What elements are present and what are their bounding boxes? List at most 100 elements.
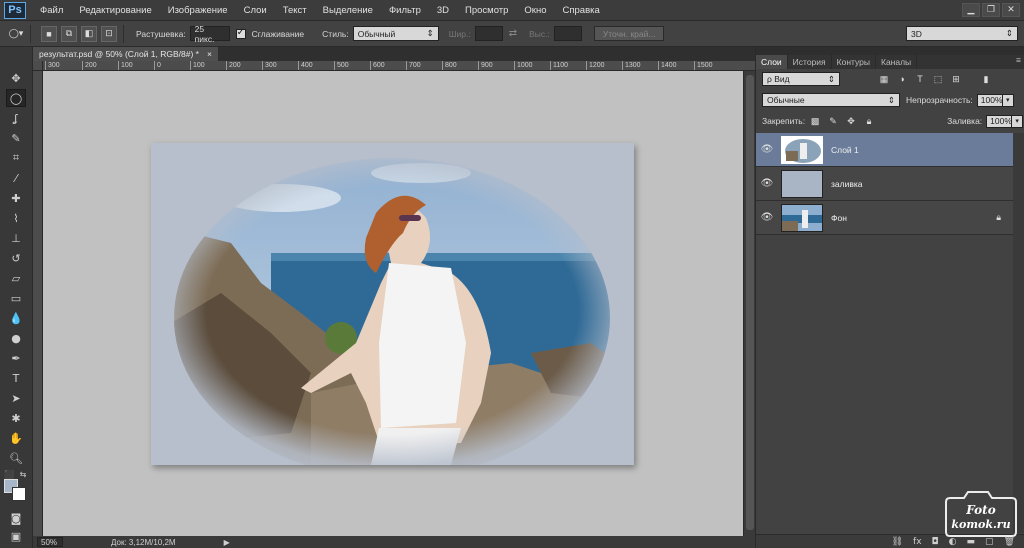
opacity-dropdown-icon[interactable]: ▾	[1002, 93, 1014, 107]
path-selection-tool-icon[interactable]: ➤	[6, 389, 26, 407]
tab-history[interactable]: История	[788, 55, 832, 69]
eyedropper-tool-icon[interactable]: ⁄	[6, 169, 26, 187]
menu-3d[interactable]: 3D	[429, 5, 457, 16]
watermark-line2: komok.ru	[951, 518, 1010, 531]
filter-shape-icon[interactable]: ⬚	[932, 73, 944, 85]
style-select[interactable]: Обычный ⇕	[352, 26, 439, 41]
menu-help[interactable]: Справка	[555, 5, 608, 16]
width-label: Шир.:	[448, 28, 471, 39]
width-input[interactable]	[474, 26, 503, 41]
filter-toggle-icon[interactable]: ▮	[980, 73, 992, 85]
refine-edge-button[interactable]: Уточн. край...	[593, 26, 665, 41]
lasso-tool-icon[interactable]: ʆ	[6, 109, 26, 127]
ruler-origin[interactable]	[33, 61, 43, 71]
dodge-tool-icon[interactable]: ●	[6, 329, 26, 347]
menu-layers[interactable]: Слои	[236, 5, 275, 16]
eraser-tool-icon[interactable]: ▱	[6, 269, 26, 287]
menu-edit[interactable]: Редактирование	[71, 5, 159, 16]
tab-layers[interactable]: Слои	[756, 55, 788, 69]
style-select-value: Обычный	[357, 28, 396, 39]
ruler-label: 700	[406, 61, 421, 70]
lock-all-icon[interactable]: 🔒︎	[863, 115, 875, 127]
link-layers-icon[interactable]: ⛓	[892, 537, 903, 547]
subtract-from-selection-icon[interactable]: ◧	[81, 25, 97, 42]
filter-smart-object-icon[interactable]: ⊞	[950, 73, 962, 85]
new-selection-icon[interactable]: ■	[41, 25, 57, 42]
intersect-selection-icon[interactable]: ⊡	[101, 25, 117, 42]
blend-row: Обычные ⇕ Непрозрачность: 100% ▾	[756, 92, 1024, 108]
layer-row-background[interactable]: 👁︎ Фон 🔒︎	[756, 201, 1013, 235]
add-mask-icon[interactable]: ◘	[932, 537, 939, 547]
history-brush-tool-icon[interactable]: ↺	[6, 249, 26, 267]
close-tab-icon[interactable]: ×	[207, 49, 212, 59]
vertical-ruler[interactable]	[33, 71, 43, 536]
visibility-eye-icon[interactable]: 👁︎	[756, 178, 778, 189]
menu-image[interactable]: Изображение	[160, 5, 236, 16]
panel-menu-icon[interactable]: ≡	[1016, 55, 1021, 69]
blur-tool-icon[interactable]: 💧	[6, 309, 26, 327]
horizontal-ruler[interactable]: 300 200 100 0 100 200 300 400 500 600 70…	[43, 61, 755, 71]
antialias-checkbox[interactable]	[235, 27, 246, 39]
fill-input[interactable]: 100%	[986, 114, 1013, 128]
menu-file[interactable]: Файл	[32, 5, 71, 16]
hand-tool-icon[interactable]: ✋	[6, 429, 26, 447]
menu-filter[interactable]: Фильтр	[381, 5, 429, 16]
menu-select[interactable]: Выделение	[315, 5, 381, 16]
blend-mode-select[interactable]: Обычные ⇕	[762, 93, 900, 107]
layer-row-fill[interactable]: 👁︎ заливка	[756, 167, 1013, 201]
status-menu-arrow-icon[interactable]: ▶	[224, 538, 230, 547]
move-tool-icon[interactable]: ✥	[6, 69, 26, 87]
document-image[interactable]	[151, 143, 634, 465]
lock-transparent-icon[interactable]: ▩	[809, 115, 821, 127]
tab-channels[interactable]: Каналы	[876, 55, 918, 69]
elliptical-marquee-icon[interactable]: ◯▾	[8, 26, 24, 42]
lock-position-icon[interactable]: ✥	[845, 115, 857, 127]
document-size-info: Док: 3,12M/10,2M	[111, 537, 176, 547]
layer-filter-select[interactable]: ρ Вид ⇕	[762, 72, 840, 86]
feather-input[interactable]: 25 пикс.	[189, 24, 230, 44]
layer-row-layer1[interactable]: 👁︎ Слой 1	[756, 133, 1013, 167]
opacity-input[interactable]: 100%	[976, 93, 1003, 107]
pen-tool-icon[interactable]: ✒	[6, 349, 26, 367]
zoom-level-input[interactable]: 50%	[37, 537, 63, 547]
lock-image-icon[interactable]: ✎	[827, 115, 839, 127]
custom-shape-tool-icon[interactable]: ✱	[6, 409, 26, 427]
screen-mode-icon[interactable]: ▣	[6, 527, 26, 545]
visibility-eye-icon[interactable]: 👁︎	[756, 144, 778, 155]
layers-scrollbar[interactable]	[1013, 133, 1024, 533]
healing-brush-tool-icon[interactable]: ✚	[6, 189, 26, 207]
maximize-button[interactable]: ❐	[982, 3, 1000, 17]
menu-window[interactable]: Окно	[516, 5, 554, 16]
background-color-swatch[interactable]	[12, 487, 26, 501]
filter-adjustment-icon[interactable]: ◑	[896, 73, 908, 85]
tab-paths[interactable]: Контуры	[832, 55, 876, 69]
crop-tool-icon[interactable]: ⌗	[6, 149, 26, 167]
clone-stamp-tool-icon[interactable]: ⊥	[6, 229, 26, 247]
canvas-vertical-scrollbar[interactable]	[743, 71, 755, 536]
quick-selection-tool-icon[interactable]: ✎	[6, 129, 26, 147]
layer-style-fx-icon[interactable]: fx	[913, 537, 922, 547]
fill-dropdown-icon[interactable]: ▾	[1012, 114, 1024, 128]
visibility-eye-icon[interactable]: 👁︎	[756, 212, 778, 223]
swap-icon[interactable]: ⇄	[509, 28, 517, 39]
ruler-label: 600	[370, 61, 385, 70]
elliptical-marquee-tool-icon[interactable]: ◯	[6, 89, 26, 107]
quick-mask-icon[interactable]: ◙	[6, 509, 26, 527]
close-button[interactable]: ✕	[1002, 3, 1020, 17]
canvas-area[interactable]	[43, 71, 743, 536]
brush-tool-icon[interactable]: ⌇	[6, 209, 26, 227]
menu-type[interactable]: Текст	[275, 5, 315, 16]
workspace-select[interactable]: 3D ⇕	[906, 26, 1018, 41]
add-to-selection-icon[interactable]: ⧉	[61, 25, 77, 42]
type-tool-icon[interactable]: T	[6, 369, 26, 387]
scrollbar-thumb[interactable]	[746, 75, 754, 530]
menu-view[interactable]: Просмотр	[457, 5, 516, 16]
height-input[interactable]	[553, 26, 582, 41]
gradient-tool-icon[interactable]: ▭	[6, 289, 26, 307]
minimize-button[interactable]: ▁	[962, 3, 980, 17]
panel-collapse-strip[interactable]	[756, 47, 1024, 55]
filter-pixel-icon[interactable]: ▦	[878, 73, 890, 85]
filter-type-icon[interactable]: T	[914, 73, 926, 85]
layer-name: Фон	[831, 212, 847, 223]
document-tab[interactable]: результат.psd @ 50% (Слой 1, RGB/8#) * ×	[33, 47, 218, 61]
